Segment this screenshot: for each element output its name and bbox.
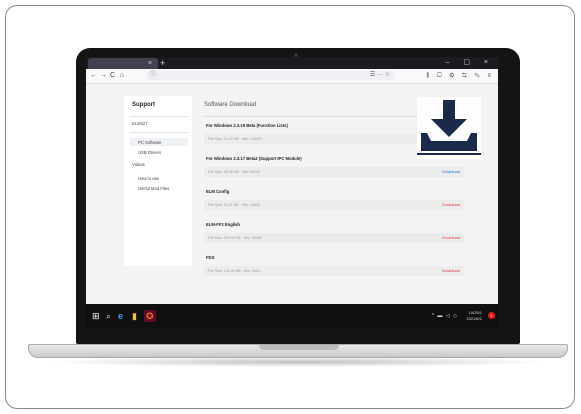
window-controls[interactable]: – ▢ ×: [446, 57, 494, 69]
support-sidebar: Support ELM327 PC Software USB Drivers V…: [124, 96, 192, 266]
download-link[interactable]: Download: [442, 200, 460, 210]
browser-tab-bar: × + – ▢ ×: [86, 57, 498, 69]
sidebar-item-videos[interactable]: Videos: [132, 162, 145, 167]
entry-hits: Hits: 42609: [241, 203, 260, 207]
entry-meta: File Size: 125.40 KB Hits: 9394: [208, 266, 260, 276]
entry-name: FDS: [206, 255, 215, 260]
list-item: File Size: 203.90 KB Hits: 55069 Downloa…: [204, 233, 464, 243]
entry-name: For Windows 2.3.19 Beta (Function Lists): [206, 123, 288, 128]
file-explorer-icon[interactable]: ▮: [132, 310, 137, 322]
entry-size: File Size: 203.90 KB: [208, 236, 241, 240]
download-link[interactable]: Download: [442, 233, 460, 243]
entry-meta: File Size: 26.20 Mb Hits: 143007: [208, 134, 262, 144]
tab-close-icon[interactable]: ×: [148, 58, 152, 69]
app-icon[interactable]: ✪: [144, 310, 156, 322]
windows-taskbar: ⊞ ⌕ e ▮ ✪ ^ ▬ ◁ ◇ 10/29/1 2021/6/1 1: [86, 304, 498, 329]
entry-meta: File Size: 26.40 Mb Hits: 83203: [208, 167, 260, 177]
entry-hits: Hits: 9394: [243, 269, 260, 273]
entry-name: ELM-FF2 English: [206, 222, 240, 227]
start-icon[interactable]: ⊞: [92, 310, 100, 322]
browser-nav-bar: ← → C ⌂ ⓘ ☰ ··· ☆ ⫼ ▢ ⚙ ⇆ ✎ ≡: [86, 69, 498, 84]
list-item: File Size: 125.40 KB Hits: 9394 Download: [204, 266, 464, 276]
entry-name: For Windows 2.3.17 Beta2 (Support IPC Mo…: [206, 156, 302, 161]
notification-icon[interactable]: 1: [488, 312, 495, 319]
url-bar[interactable]: ⓘ ☰ ··· ☆: [146, 71, 394, 80]
entry-name: ELM Config: [206, 189, 230, 194]
laptop-notch: [259, 345, 339, 350]
entry-size: File Size: 26.20 Mb: [208, 137, 239, 141]
download-link[interactable]: Download: [442, 167, 460, 177]
laptop-shadow: [46, 357, 551, 367]
clock-date: 2021/6/1: [466, 316, 482, 321]
reload-icon[interactable]: C: [110, 70, 115, 82]
sidebar-item-pc-software[interactable]: PC Software: [138, 140, 162, 145]
entry-hits: Hits: 55069: [243, 236, 262, 240]
download-icon: [417, 97, 481, 159]
sidebar-item-usb-drivers[interactable]: USB Drivers: [138, 150, 161, 155]
sidebar-item-how-to-use[interactable]: How to use: [138, 176, 159, 181]
sidebar-divider: [130, 132, 188, 133]
sidebar-divider: [130, 116, 188, 117]
back-icon[interactable]: ←: [90, 70, 97, 82]
download-link[interactable]: Download: [442, 266, 460, 276]
entry-meta: File Size: 10.21 Mb Hits: 42609: [208, 200, 260, 210]
toolbar-icons[interactable]: ⫼ ▢ ⚙ ⇆ ✎ ≡: [427, 70, 494, 82]
entry-size: File Size: 26.40 Mb: [208, 170, 239, 174]
list-item: File Size: 26.40 Mb Hits: 83203 Download: [204, 167, 464, 177]
new-tab-button[interactable]: +: [160, 57, 165, 69]
entry-meta: File Size: 203.90 KB Hits: 55069: [208, 233, 262, 243]
sidebar-title: Support: [132, 102, 155, 108]
forward-icon[interactable]: →: [100, 70, 107, 82]
entry-hits: Hits: 143007: [241, 137, 262, 141]
site-info-icon[interactable]: ⓘ: [150, 71, 156, 80]
sidebar-item-elm327[interactable]: ELM327: [132, 121, 148, 126]
entry-size: File Size: 125.40 KB: [208, 269, 241, 273]
url-tools[interactable]: ☰ ··· ☆: [370, 71, 390, 80]
clock[interactable]: 10/29/1 2021/6/1: [466, 310, 482, 322]
search-icon[interactable]: ⌕: [106, 310, 111, 322]
list-item: File Size: 10.21 Mb Hits: 42609 Download: [204, 200, 464, 210]
entry-size: File Size: 10.21 Mb: [208, 203, 239, 207]
edge-icon[interactable]: e: [118, 310, 123, 322]
entry-hits: Hits: 83203: [241, 170, 260, 174]
browser-tab[interactable]: ×: [88, 58, 158, 69]
tray-icons[interactable]: ^ ▬ ◁ ◇: [432, 313, 458, 319]
page-title: Software Download: [204, 102, 257, 108]
laptop-base: [28, 344, 568, 358]
sidebar-item-useful-mod-files[interactable]: Useful Mod Files: [138, 186, 169, 191]
home-icon[interactable]: ⌂: [120, 70, 124, 82]
